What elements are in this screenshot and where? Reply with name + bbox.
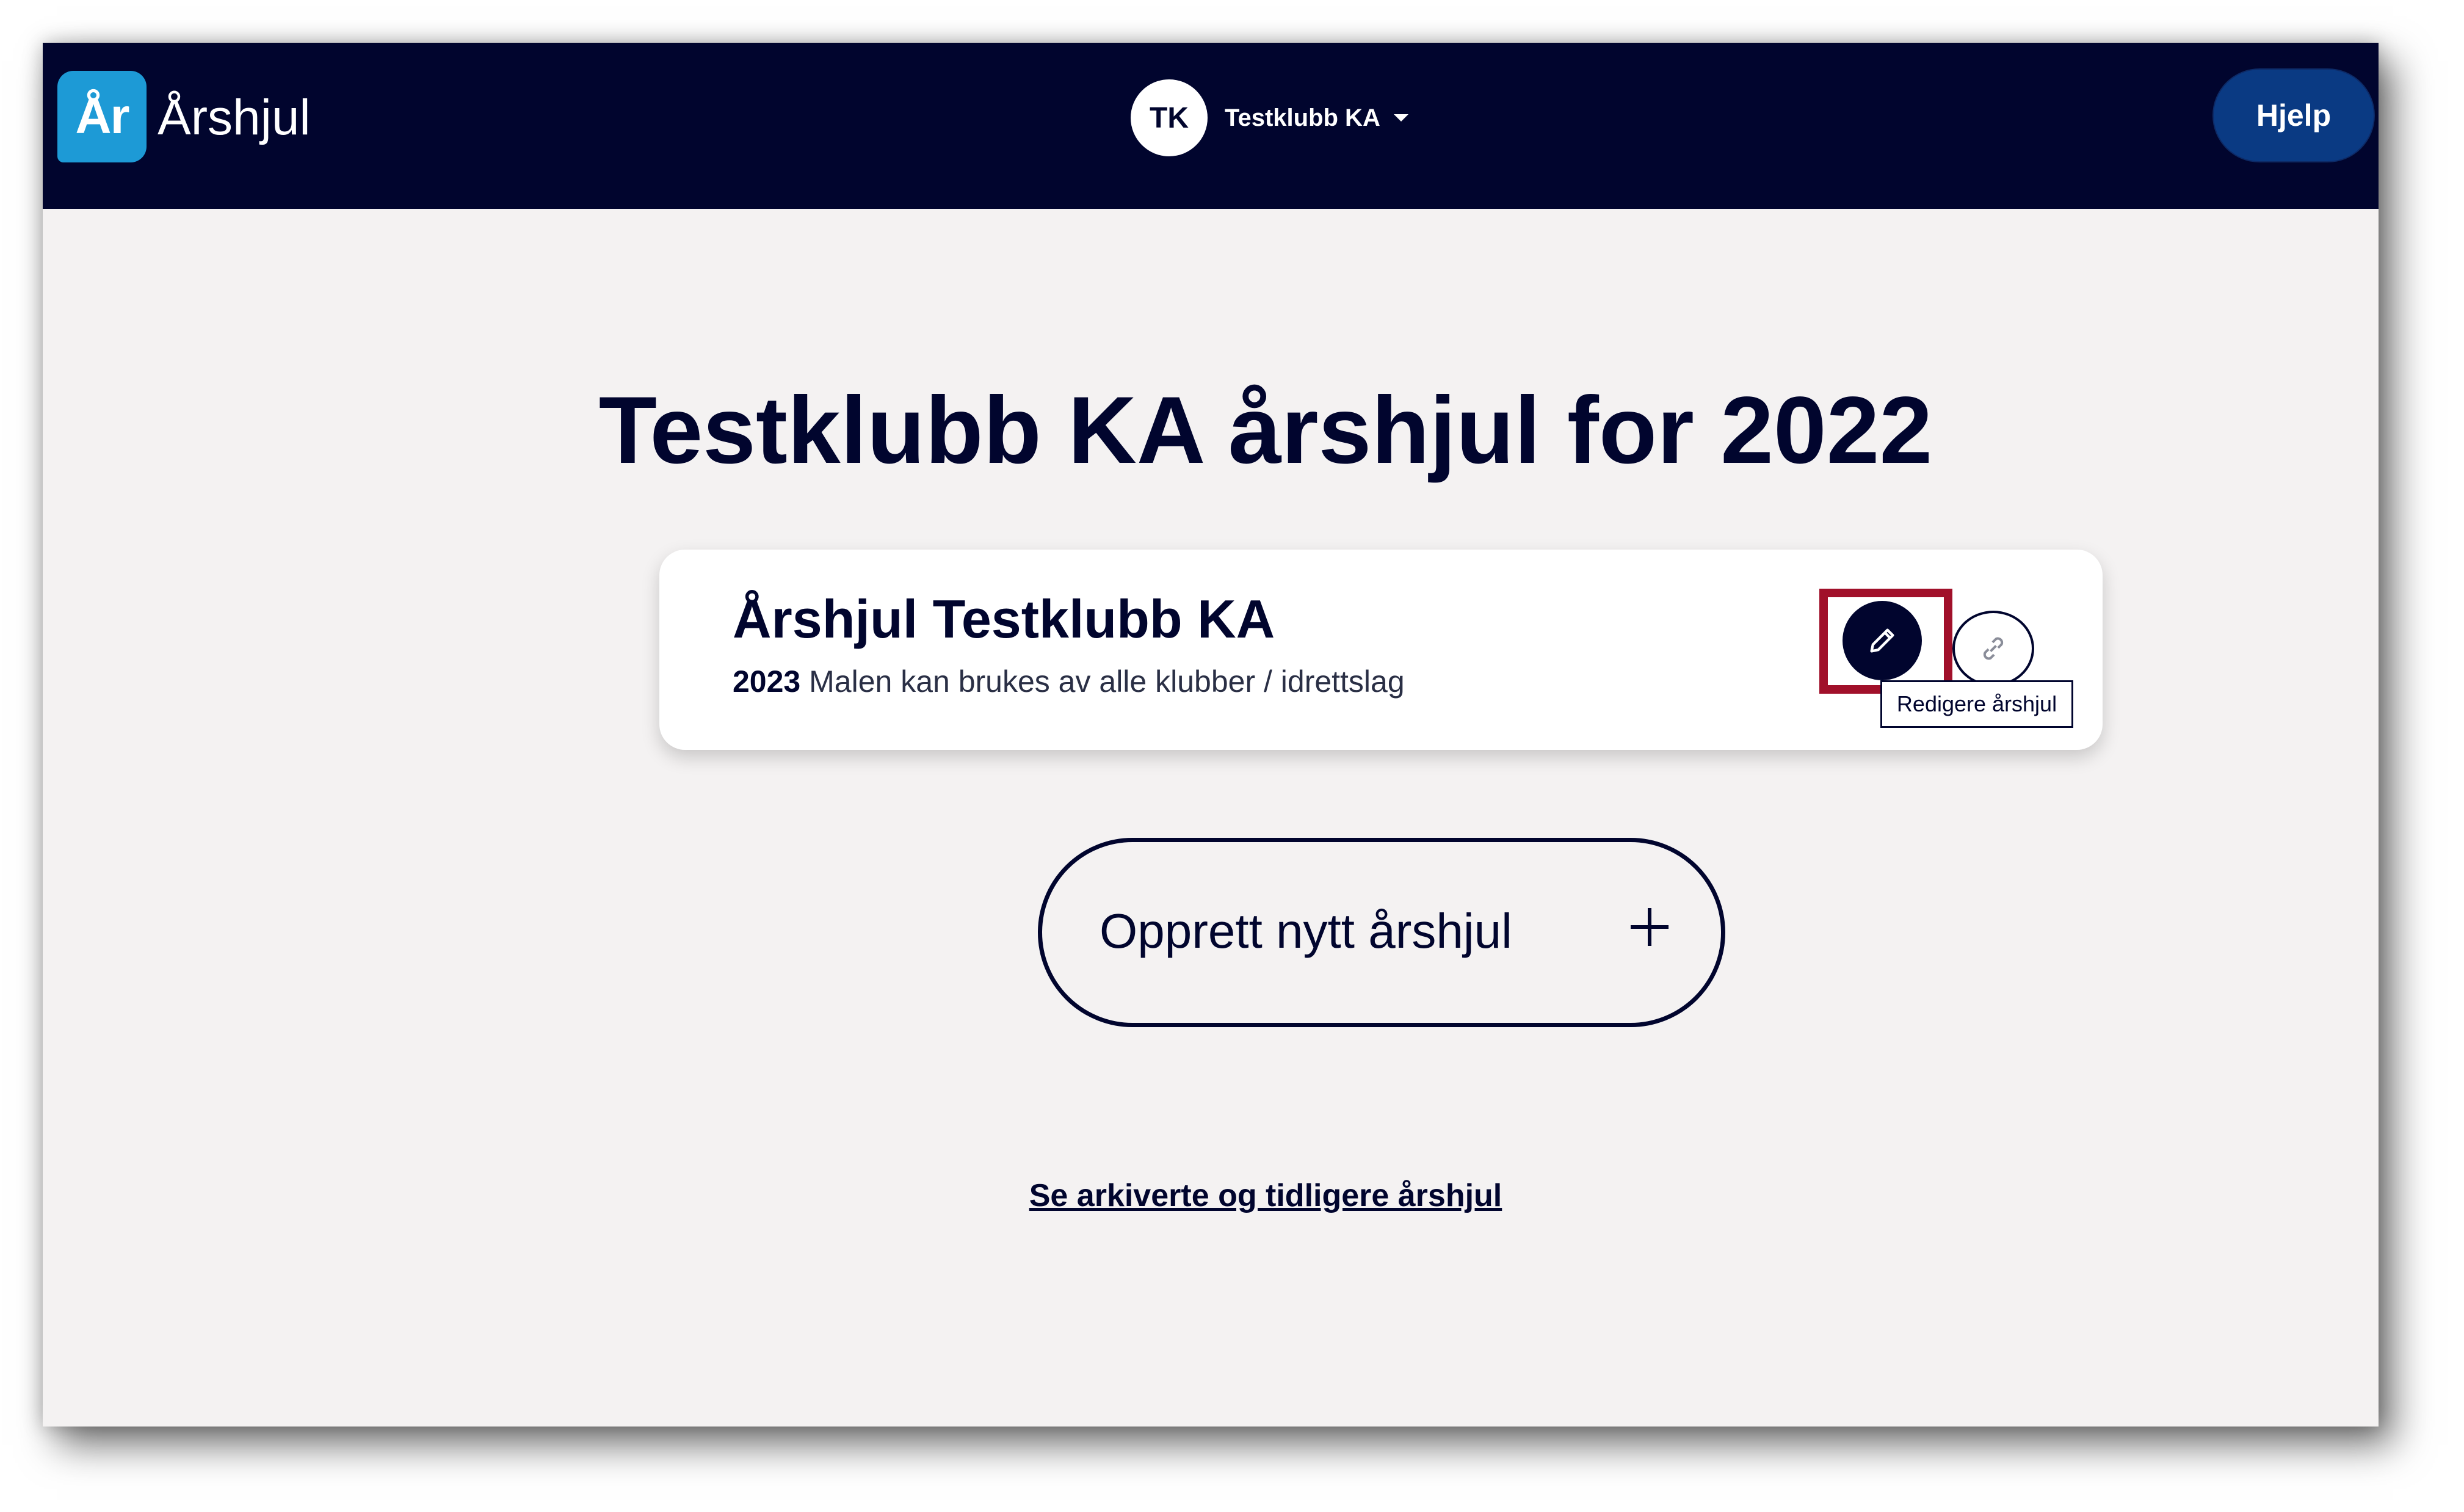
archive-link-text[interactable]: Se arkiverte og tidligere årshjul [1029,1178,1502,1213]
edit-button[interactable] [1843,601,1922,680]
page-title: Testklubb KA årshjul for 2022 [598,377,1933,484]
card-subtitle: 2023 Malen kan brukes av alle klubber / … [733,663,1405,700]
logo-badge[interactable]: År [57,71,147,162]
card-year: 2023 [733,664,801,699]
create-yearwheel-button[interactable]: Opprett nytt årshjul [1038,838,1725,1027]
logo-text[interactable]: Årshjul [158,90,311,145]
pencil-icon [1870,628,1894,653]
card-description: Malen kan brukes av alle klubber / idret… [809,664,1405,699]
edit-tooltip: Redigere årshjul [1880,680,2073,728]
copy-link-button[interactable] [1952,611,2034,686]
card-title[interactable]: Årshjul Testklubb KA [733,589,1275,650]
plus-icon [1631,908,1669,946]
account-name[interactable]: Testklubb KA [1225,104,1380,132]
archive-link[interactable]: Se arkiverte og tidligere årshjul [43,1177,2379,1214]
app-window: År Årshjul TK Testklubb KA Hjelp Testklu… [43,43,2379,1427]
avatar[interactable]: TK [1131,79,1208,156]
yearwheel-card[interactable]: Årshjul Testklubb KA 2023 Malen kan bruk… [659,550,2103,750]
link-icon [1983,637,2004,660]
account-menu[interactable]: TK Testklubb KA [1131,79,1408,156]
create-button-label: Opprett nytt årshjul [1100,904,1512,958]
top-navbar: År Årshjul TK Testklubb KA Hjelp [43,43,2379,209]
help-button[interactable]: Hjelp [2214,70,2374,161]
chevron-down-icon[interactable] [1393,114,1408,122]
